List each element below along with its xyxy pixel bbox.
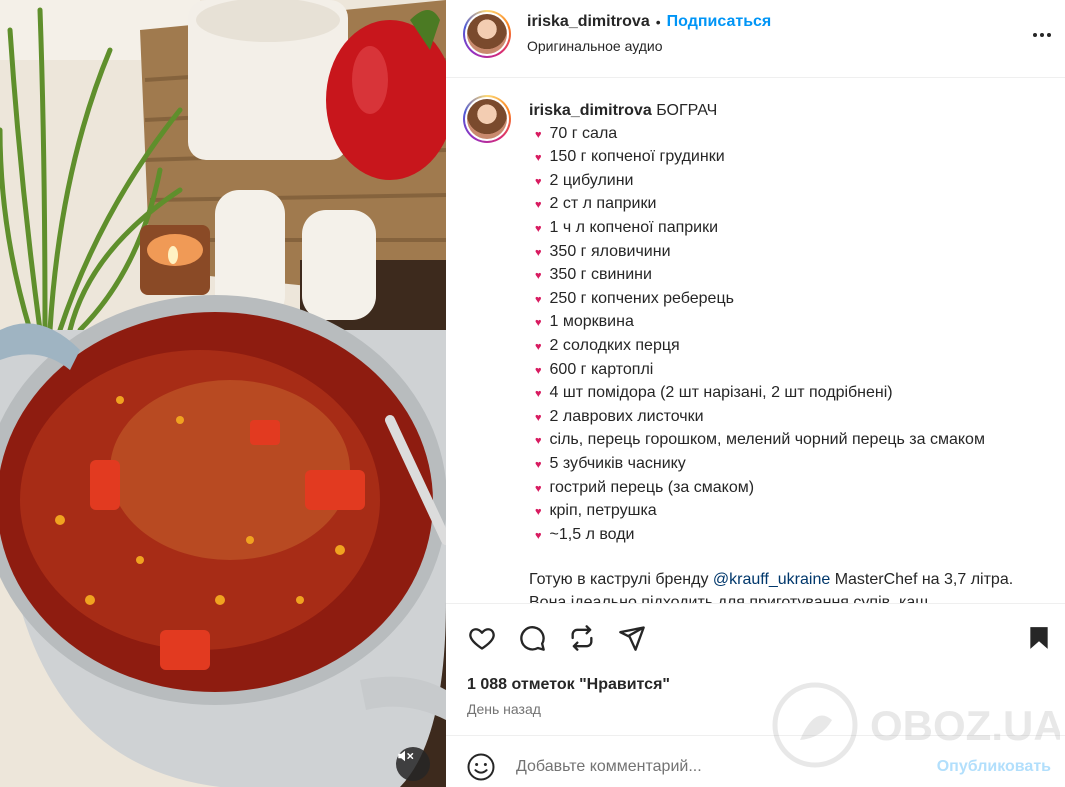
ingredient-item: ♥ ~1,5 л води <box>529 524 1049 548</box>
post-details-panel: iriska_dimitrova • Подписаться Оригиналь… <box>446 0 1065 787</box>
ingredient-item: ♥ сіль, перець горошком, мелений чорний п… <box>529 429 1049 453</box>
heart-bullet-icon: ♥ <box>535 482 542 495</box>
ingredient-text: 2 лаврових листочки <box>549 407 704 425</box>
emoji-icon[interactable] <box>466 752 496 782</box>
repost-button[interactable] <box>566 622 598 654</box>
more-options-button[interactable] <box>1029 22 1055 48</box>
share-button[interactable] <box>616 622 648 654</box>
heart-bullet-icon: ♥ <box>535 199 542 212</box>
ingredient-item: ♥ 2 ст л паприки <box>529 193 1049 217</box>
caption-author-link[interactable]: iriska_dimitrova <box>529 102 652 119</box>
comment-button[interactable] <box>516 622 548 654</box>
ingredient-item: ♥ 2 цибулини <box>529 170 1049 194</box>
ingredient-text: сіль, перець горошком, мелений чорний пе… <box>549 431 985 449</box>
heart-bullet-icon: ♥ <box>535 246 542 259</box>
post-caption: iriska_dimitrova БОГРАЧ ♥ 70 г сала ♥ 150 г… <box>529 100 1049 603</box>
heart-bullet-icon: ♥ <box>535 293 542 306</box>
bookmark-icon <box>1030 627 1048 649</box>
ingredient-text: 70 г сала <box>549 124 618 142</box>
ingredient-text: 350 г свинини <box>549 266 652 284</box>
ingredient-text: 5 зубчиків часнику <box>549 454 686 472</box>
ingredient-item: ♥ 350 г яловичини <box>529 241 1049 265</box>
separator-dot: • <box>655 14 661 30</box>
post-header: iriska_dimitrova • Подписаться Оригиналь… <box>446 0 1065 78</box>
ingredient-item: ♥ 600 г картоплі <box>529 359 1049 383</box>
heart-bullet-icon: ♥ <box>535 128 542 141</box>
mention-link[interactable]: @krauff_ukraine <box>713 571 830 588</box>
heart-bullet-icon: ♥ <box>535 270 542 283</box>
ingredient-text: ~1,5 л води <box>549 525 635 543</box>
save-button[interactable] <box>1023 622 1055 654</box>
heart-bullet-icon: ♥ <box>535 458 542 471</box>
share-icon <box>619 626 645 651</box>
heart-bullet-icon: ♥ <box>535 175 542 188</box>
ingredient-item: ♥ 70 г сала <box>529 123 1049 147</box>
add-comment-bar: Опубликовать <box>446 735 1065 787</box>
ingredient-item: ♥ 1 ч л копченої паприки <box>529 217 1049 241</box>
heart-bullet-icon: ♥ <box>535 317 542 330</box>
author-avatar[interactable] <box>463 10 511 58</box>
repost-icon <box>571 625 593 651</box>
post-timestamp[interactable]: День назад <box>467 701 541 717</box>
comment-icon <box>520 626 545 651</box>
muted-speaker-icon <box>398 750 414 762</box>
ingredient-item: ♥ 1 морквина <box>529 311 1049 335</box>
caption-area[interactable]: iriska_dimitrova БОГРАЧ ♥ 70 г сала ♥ 150 г… <box>446 79 1065 603</box>
publish-comment-button[interactable]: Опубликовать <box>937 758 1051 776</box>
caption-title: БОГРАЧ <box>656 102 718 119</box>
mute-toggle-button[interactable] <box>396 747 430 781</box>
ingredient-item: ♥ 4 шт помідора (2 шт нарізані, 2 шт подр… <box>529 382 1049 406</box>
ingredient-item: ♥ 5 зубчиків часнику <box>529 453 1049 477</box>
ingredient-text: 2 ст л паприки <box>549 195 657 213</box>
ingredient-item: ♥ 150 г копченої грудинки <box>529 146 1049 170</box>
soup-pot-image <box>0 0 446 787</box>
post-media-video[interactable] <box>0 0 446 787</box>
ingredient-item: ♥ 2 лаврових листочки <box>529 406 1049 430</box>
caption-author-avatar[interactable] <box>463 95 511 143</box>
heart-bullet-icon: ♥ <box>535 364 542 377</box>
ingredient-text: кріп, петрушка <box>549 502 657 520</box>
ingredient-text: 1 морквина <box>549 313 634 331</box>
audio-link[interactable]: Оригинальное аудио <box>527 38 663 54</box>
author-username-link[interactable]: iriska_dimitrova <box>527 13 650 31</box>
heart-bullet-icon: ♥ <box>535 435 542 448</box>
heart-icon <box>469 628 495 650</box>
ingredient-text: 150 г копченої грудинки <box>549 148 725 166</box>
ingredient-text: 2 цибулини <box>549 171 634 189</box>
more-horizontal-icon <box>1033 33 1051 37</box>
follow-button[interactable]: Подписаться <box>667 13 772 31</box>
ingredient-item: ♥ 250 г копчених реберець <box>529 288 1049 312</box>
ingredient-text: 4 шт помідора (2 шт нарізані, 2 шт подрі… <box>549 384 893 402</box>
ingredient-text: 350 г яловичини <box>549 242 671 260</box>
heart-bullet-icon: ♥ <box>535 388 542 401</box>
ingredient-text: гострий перець (за смаком) <box>549 478 755 496</box>
ingredient-item: ♥ гострий перець (за смаком) <box>529 477 1049 501</box>
comment-input[interactable] <box>516 750 916 784</box>
ingredient-text: 1 ч л копченої паприки <box>549 218 719 236</box>
heart-bullet-icon: ♥ <box>535 411 542 424</box>
caption-paragraph: Готую в каструлі бренду @krauff_ukraine … <box>529 571 1014 603</box>
ingredient-item: ♥ 2 солодких перця <box>529 335 1049 359</box>
post-actions: 1 088 отметок "Нравится" День назад <box>446 603 1065 733</box>
ingredient-list: ♥ 70 г сала ♥ 150 г копченої грудинки ♥ 2 циб… <box>529 123 1049 548</box>
like-button[interactable] <box>466 622 498 654</box>
heart-bullet-icon: ♥ <box>535 152 542 165</box>
heart-bullet-icon: ♥ <box>535 506 542 519</box>
ingredient-item: ♥ кріп, петрушка <box>529 500 1049 524</box>
ingredient-text: 250 г копчених реберець <box>549 289 734 307</box>
heart-bullet-icon: ♥ <box>535 340 542 353</box>
likes-count[interactable]: 1 088 отметок "Нравится" <box>467 676 670 694</box>
ingredient-text: 2 солодких перця <box>549 336 680 354</box>
heart-bullet-icon: ♥ <box>535 222 542 235</box>
ingredient-text: 600 г картоплі <box>549 360 654 378</box>
ingredient-item: ♥ 350 г свинини <box>529 264 1049 288</box>
heart-bullet-icon: ♥ <box>535 529 542 542</box>
